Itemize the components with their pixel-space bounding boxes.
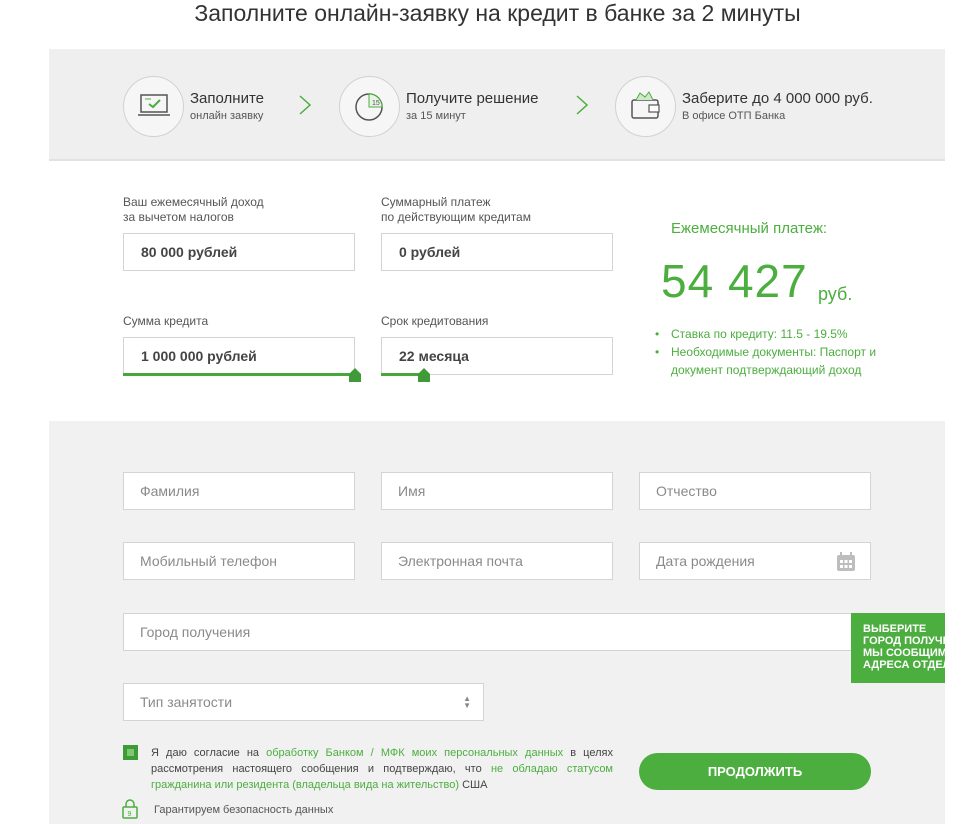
- income-input[interactable]: 80 000 рублей: [123, 233, 355, 271]
- chevron-right-icon: [299, 95, 312, 115]
- monthly-payment-unit: руб.: [818, 284, 853, 304]
- phone-input[interactable]: Мобильный телефон: [123, 542, 355, 580]
- patronymic-input[interactable]: Отчество: [639, 472, 871, 510]
- clock-15-icon: 15: [339, 75, 400, 137]
- surname-input[interactable]: Фамилия: [123, 472, 355, 510]
- employment-placeholder: Тип занятости: [140, 694, 233, 710]
- step-subtitle: В офисе ОТП Банка: [682, 110, 786, 122]
- payments-input[interactable]: 0 рублей: [381, 233, 613, 271]
- laptop-check-icon: [123, 75, 184, 137]
- step-subtitle: за 15 минут: [406, 110, 466, 122]
- monthly-payment-title: Ежемесячный платеж:: [671, 220, 828, 237]
- personal-data-link[interactable]: обработку Банком / МФК моих персональных…: [266, 747, 563, 759]
- amount-label: Сумма кредита: [123, 314, 209, 328]
- term-slider-handle[interactable]: [418, 368, 430, 382]
- svg-text:15: 15: [372, 100, 380, 107]
- list-item: Необходимые документы: Паспорт и докумен…: [655, 343, 885, 379]
- amount-slider-track[interactable]: [123, 373, 355, 376]
- select-arrows-icon: ▲ ▼: [463, 694, 471, 710]
- consent-text: Я даю согласие на обработку Банком / МФК…: [151, 747, 613, 791]
- employment-select[interactable]: Тип занятости ▲ ▼: [123, 683, 484, 721]
- step-title: Заполните: [190, 90, 264, 107]
- step-title: Заберите до 4 000 000 руб.: [682, 90, 873, 107]
- steps-band: Заполните онлайн заявку 15 Получите реше…: [49, 49, 945, 161]
- svg-text:9: 9: [128, 811, 132, 818]
- loan-conditions-list: Ставка по кредиту: 11.5 - 19.5% Необходи…: [655, 325, 885, 379]
- income-label: Ваш ежемесячный доход за вычетом налогов: [123, 195, 264, 224]
- lock-icon: 9: [122, 799, 138, 819]
- amount-slider-handle[interactable]: [349, 368, 361, 382]
- wallet-icon: [615, 75, 676, 137]
- step-subtitle: онлайн заявку: [190, 110, 264, 122]
- term-label: Срок кредитования: [381, 314, 489, 328]
- term-input[interactable]: 22 месяца: [381, 337, 613, 375]
- security-note: Гарантируем безопасность данных: [154, 804, 334, 816]
- birthdate-input[interactable]: Дата рождения: [639, 542, 871, 580]
- step-decision: 15 Получите решение за 15 минут: [339, 75, 539, 137]
- step-title: Получите решение: [406, 90, 539, 107]
- loan-calculator: Ваш ежемесячный доход за вычетом налогов…: [49, 161, 945, 421]
- list-item: Ставка по кредиту: 11.5 - 19.5%: [655, 325, 885, 343]
- step-fill: Заполните онлайн заявку: [123, 75, 264, 137]
- birthdate-placeholder: Дата рождения: [656, 553, 755, 569]
- step-receive: Заберите до 4 000 000 руб. В офисе ОТП Б…: [615, 75, 873, 137]
- chevron-right-icon: [576, 95, 589, 115]
- city-tooltip: ВЫБЕРИТЕ ГОРОД ПОЛУЧЕ МЫ СООБЩИМ АДРЕСА …: [851, 613, 945, 683]
- email-input[interactable]: Электронная почта: [381, 542, 613, 580]
- continue-button[interactable]: ПРОДОЛЖИТЬ: [639, 753, 871, 790]
- city-input[interactable]: Город получения: [123, 613, 871, 651]
- name-input[interactable]: Имя: [381, 472, 613, 510]
- calendar-icon[interactable]: [836, 552, 856, 572]
- amount-input[interactable]: 1 000 000 рублей: [123, 337, 355, 375]
- page-title: Заполните онлайн-заявку на кредит в банк…: [194, 0, 801, 26]
- consent-checkbox[interactable]: [123, 745, 138, 760]
- payments-label: Суммарный платеж по действующим кредитам: [381, 195, 531, 224]
- monthly-payment-amount: 54 427: [661, 255, 808, 307]
